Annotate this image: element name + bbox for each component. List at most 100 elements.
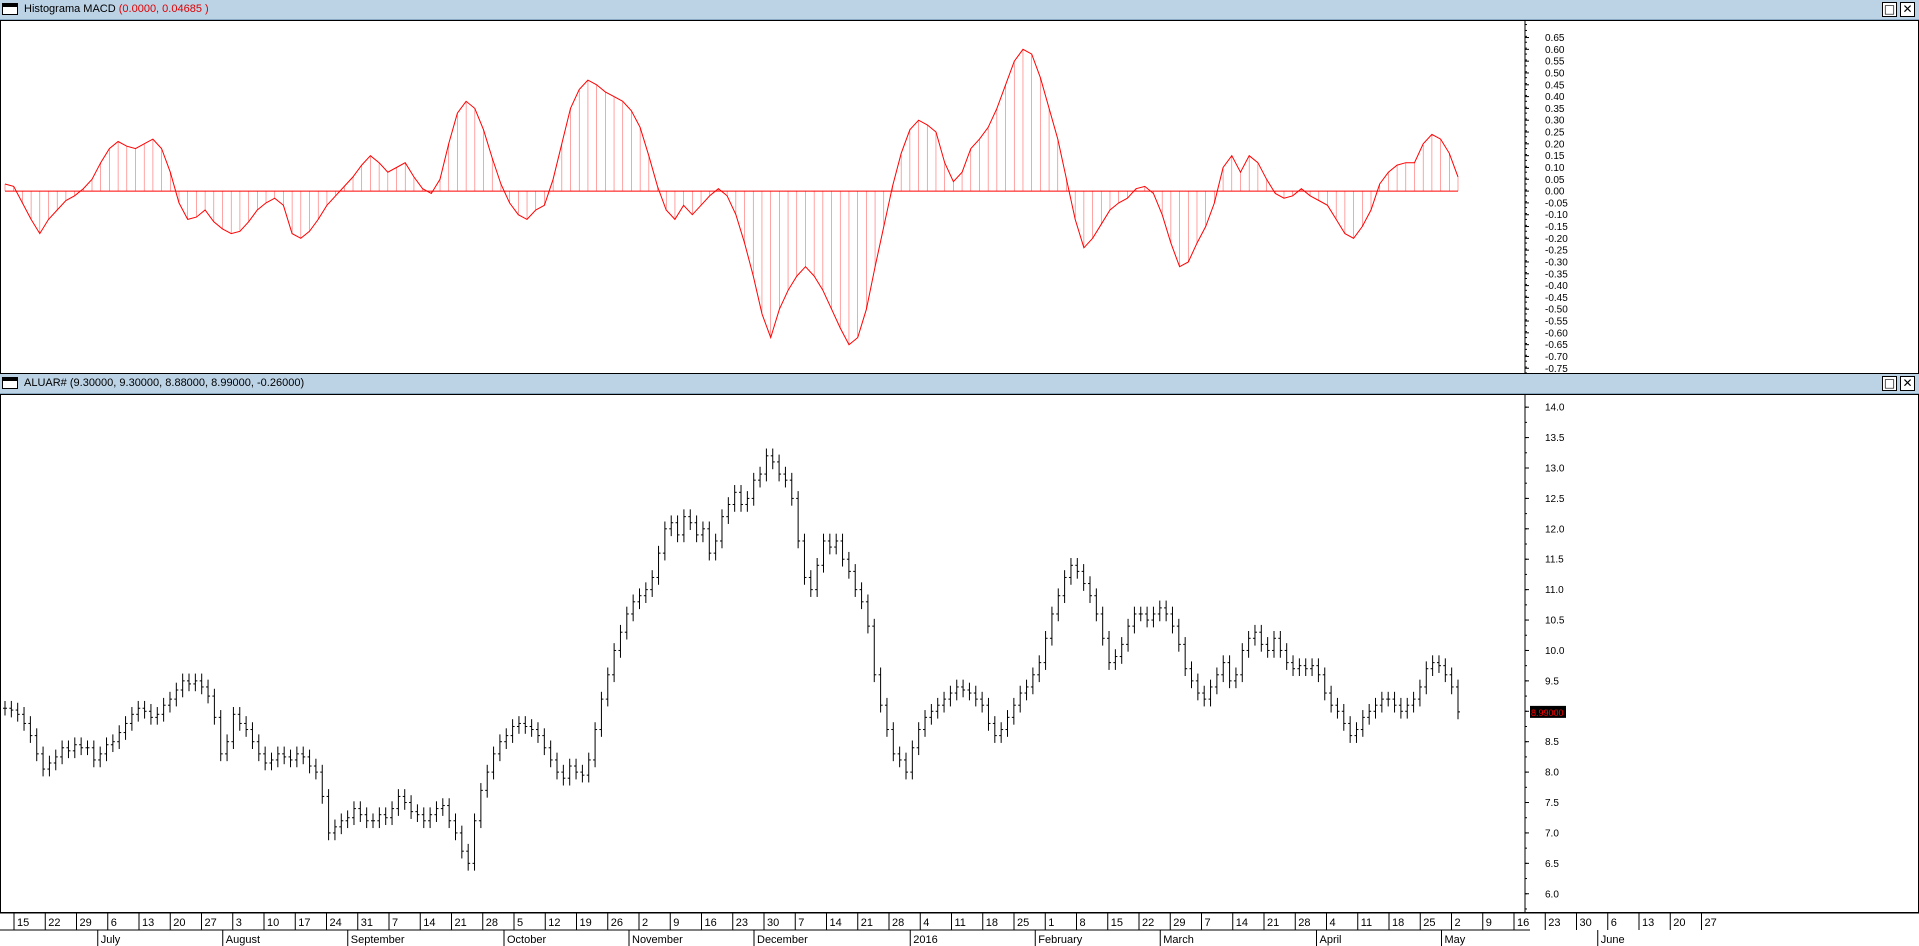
price-y-tick-label: 14.0 (1545, 403, 1565, 414)
macd-y-tick-label: -0.45 (1545, 293, 1568, 304)
date-tick-label: 16 (705, 917, 717, 929)
date-tick-label: 24 (330, 917, 342, 929)
date-tick-label: 25 (1423, 917, 1435, 929)
macd-y-tick-label: -0.65 (1545, 340, 1568, 351)
price-panel: ALUAR# (9.30000, 9.30000, 8.88000, 8.990… (0, 374, 1919, 914)
macd-y-tick-label: 0.65 (1545, 33, 1565, 44)
macd-y-tick-label: 0.15 (1545, 151, 1565, 162)
month-label: November (632, 934, 683, 946)
maximize-button[interactable]: □ (1882, 376, 1897, 391)
date-tick-label: 11 (1361, 917, 1372, 929)
price-title: ALUAR# (9.30000, 9.30000, 8.88000, 8.990… (24, 377, 304, 389)
macd-y-tick-label: -0.25 (1545, 246, 1568, 257)
date-tick-label: 15 (1111, 917, 1123, 929)
price-y-tick-label: 8.5 (1545, 737, 1559, 748)
date-tick-label: 19 (580, 917, 592, 929)
macd-y-tick-label: -0.60 (1545, 328, 1568, 339)
date-tick-label: 30 (767, 917, 779, 929)
macd-plot-area[interactable]: 0.65 0.60 0.55 0.50 0.45 0.40 0.35 0.30 0.25 0.20… (0, 20, 1919, 374)
price-y-tick-label: 9.5 (1545, 676, 1559, 687)
date-tick-label: 14 (830, 917, 842, 929)
macd-y-tick-label: -0.20 (1545, 234, 1568, 245)
date-tick-label: 20 (173, 917, 185, 929)
price-y-tick-label: 11.5 (1545, 555, 1564, 566)
macd-y-tick-label: -0.05 (1545, 198, 1568, 209)
macd-series-line (4, 48, 1459, 346)
date-tick-label: 28 (892, 917, 904, 929)
month-label: March (1163, 934, 1194, 946)
date-tick-label: 31 (361, 917, 373, 929)
maximize-button[interactable]: □ (1882, 2, 1897, 17)
date-tick-label: 28 (1298, 917, 1310, 929)
month-label: 2016 (913, 934, 937, 946)
date-tick-label: 15 (17, 917, 29, 929)
month-label: December (757, 934, 808, 946)
price-y-tick-label: 11.0 (1545, 585, 1564, 596)
macd-y-tick-label: -0.40 (1545, 281, 1568, 292)
date-tick-label: 18 (1392, 917, 1404, 929)
macd-y-tick-label: 0.10 (1545, 163, 1565, 174)
date-tick-label: 6 (1611, 917, 1617, 929)
date-tick-label: 18 (986, 917, 998, 929)
macd-y-tick-label: 0.60 (1545, 45, 1565, 56)
date-tick-label: 21 (861, 917, 873, 929)
month-label: October (507, 934, 546, 946)
price-chart: 14.013.513.012.512.011.511.010.510.09.59… (3, 395, 1566, 912)
macd-title: Histograma MACD (0.0000, 0.04685 ) (24, 3, 209, 15)
date-tick-label: 23 (1548, 917, 1560, 929)
macd-y-tick-label: 0.20 (1545, 139, 1565, 150)
price-y-tick-label: 7.5 (1545, 798, 1559, 809)
date-tick-label: 4 (923, 917, 929, 929)
macd-y-tick-label: 0.25 (1545, 128, 1565, 139)
price-plot-area[interactable]: 14.013.513.012.512.011.511.010.510.09.59… (0, 394, 1919, 913)
date-tick-label: 11 (955, 917, 966, 929)
price-y-tick-label: 13.0 (1545, 463, 1565, 474)
window-icon (2, 377, 18, 389)
price-y-tick-label: 13.5 (1545, 433, 1565, 444)
date-tick-label: 13 (142, 917, 154, 929)
date-tick-label: 29 (1173, 917, 1185, 929)
date-tick-label: 8 (1080, 917, 1086, 929)
date-tick-label: 17 (298, 917, 310, 929)
date-tick-label: 30 (1580, 917, 1592, 929)
price-title-bar[interactable]: ALUAR# (9.30000, 9.30000, 8.88000, 8.990… (0, 374, 1919, 394)
date-tick-label: 2 (642, 917, 648, 929)
month-label: May (1445, 934, 1466, 946)
date-tick-label: 12 (548, 917, 560, 929)
date-tick-label: 5 (517, 917, 523, 929)
date-tick-label: 29 (80, 917, 92, 929)
macd-y-tick-label: -0.50 (1545, 305, 1568, 316)
macd-y-tick-label: 0.55 (1545, 57, 1565, 68)
date-tick-label: 26 (611, 917, 623, 929)
price-y-tick-label: 12.0 (1545, 524, 1565, 535)
date-tick-label: 28 (486, 917, 498, 929)
month-label: July (101, 934, 121, 946)
close-button[interactable]: ✕ (1900, 376, 1915, 391)
date-tick-label: 9 (673, 917, 679, 929)
macd-y-tick-label: 0.40 (1545, 92, 1565, 103)
macd-y-tick-label: 0.35 (1545, 104, 1565, 115)
month-label: April (1320, 934, 1342, 946)
macd-y-tick-label: -0.10 (1545, 210, 1568, 221)
date-tick-label: 4 (1330, 917, 1336, 929)
date-tick-label: 6 (111, 917, 117, 929)
month-label: February (1038, 934, 1083, 946)
macd-title-bar[interactable]: Histograma MACD (0.0000, 0.04685 ) □ ✕ (0, 0, 1919, 20)
date-tick-label: 14 (423, 917, 435, 929)
macd-y-tick-label: 0.50 (1545, 68, 1565, 79)
macd-y-tick-label: -0.70 (1545, 352, 1568, 363)
date-tick-label: 7 (392, 917, 398, 929)
date-tick-label: 3 (236, 917, 242, 929)
date-tick-label: 22 (1142, 917, 1154, 929)
macd-y-tick-label: -0.75 (1545, 364, 1568, 373)
last-price-label: 8.99000 (1531, 708, 1564, 718)
close-button[interactable]: ✕ (1900, 2, 1915, 17)
macd-y-tick-label: -0.55 (1545, 317, 1568, 328)
date-tick-label: 9 (1486, 917, 1492, 929)
macd-y-tick-label: -0.30 (1545, 257, 1568, 268)
date-axis: 15 22 29 6 13 20 27 3 10 17 24 31 7 14 21 28 5 12 19 26 2 9 16… (0, 913, 1919, 946)
macd-y-tick-label: 0.45 (1545, 80, 1565, 91)
macd-y-tick-label: 0.05 (1545, 175, 1565, 186)
price-y-tick-label: 8.0 (1545, 768, 1559, 779)
date-tick-label: 14 (1236, 917, 1248, 929)
